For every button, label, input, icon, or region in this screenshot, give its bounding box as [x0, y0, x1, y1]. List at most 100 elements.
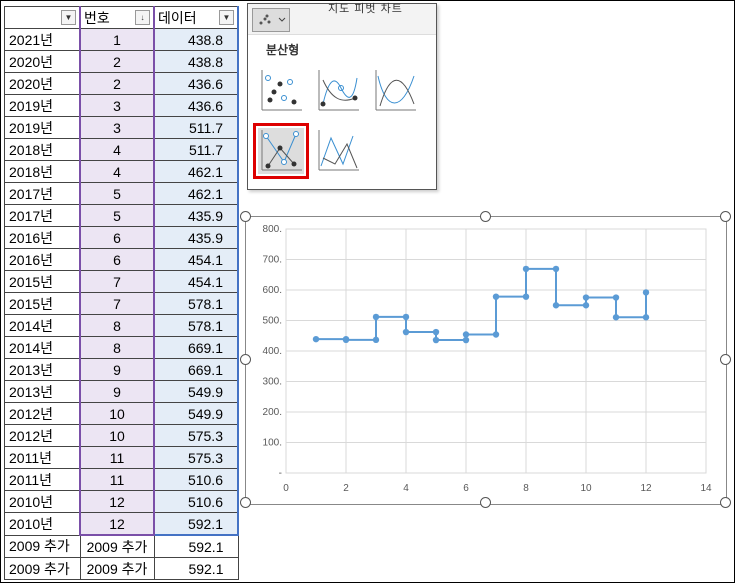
number-cell[interactable]: 11 [79, 468, 155, 491]
value-cell[interactable]: 510.6 [153, 490, 239, 513]
number-cell[interactable]: 4 [79, 138, 155, 161]
year-cell[interactable]: 2012년 [4, 424, 81, 447]
year-cell[interactable]: 2009 추가 [4, 557, 81, 580]
number-cell[interactable]: 12 [79, 512, 155, 536]
year-cell[interactable]: 2013년 [4, 380, 81, 403]
year-cell[interactable]: 2011년 [4, 446, 81, 469]
resize-handle-top-right[interactable] [720, 211, 731, 222]
data-point[interactable] [612, 314, 620, 321]
year-cell[interactable]: 2014년 [4, 314, 81, 337]
resize-handle-bottom-right[interactable] [720, 497, 731, 508]
resize-handle-right[interactable] [720, 354, 731, 365]
number-cell[interactable]: 4 [79, 160, 155, 183]
data-point[interactable] [462, 331, 470, 338]
data-point[interactable] [522, 293, 530, 300]
year-cell[interactable]: 2021년 [4, 28, 81, 51]
value-cell[interactable]: 669.1 [153, 358, 239, 381]
scatter-straight-markers-icon[interactable] [253, 123, 309, 179]
number-cell[interactable]: 6 [79, 248, 155, 271]
number-cell[interactable]: 5 [79, 182, 155, 205]
year-cell[interactable]: 2015년 [4, 270, 81, 293]
scatter-chart[interactable]: - 100. 200. 300. 400. 500. 600. 700. 800. 0 2 4 6 8 10… [245, 216, 727, 505]
year-cell[interactable]: 2011년 [4, 468, 81, 491]
value-cell[interactable]: 438.8 [153, 50, 239, 73]
data-point[interactable] [522, 265, 530, 273]
year-cell[interactable]: 2012년 [4, 402, 81, 425]
value-cell[interactable]: 510.6 [153, 468, 239, 491]
value-cell[interactable]: 436.6 [153, 72, 239, 95]
number-cell[interactable]: 2 [79, 72, 155, 95]
value-cell[interactable]: 511.7 [153, 116, 239, 139]
value-cell[interactable]: 592.1 [153, 557, 239, 580]
data-point[interactable] [462, 336, 470, 344]
filter-dropdown-icon[interactable]: ▼ [61, 10, 76, 25]
value-cell[interactable]: 669.1 [153, 336, 239, 359]
value-cell[interactable]: 575.3 [153, 424, 239, 447]
value-cell[interactable]: 436.6 [153, 94, 239, 117]
number-cell[interactable]: 7 [79, 270, 155, 293]
number-cell[interactable]: 9 [79, 380, 155, 403]
year-cell[interactable]: 2017년 [4, 182, 81, 205]
data-point[interactable] [552, 302, 560, 309]
value-cell[interactable]: 462.1 [153, 160, 239, 183]
data-point[interactable] [492, 293, 500, 300]
number-cell[interactable]: 5 [79, 204, 155, 227]
data-point[interactable] [582, 294, 590, 301]
data-point[interactable] [492, 331, 500, 338]
data-point[interactable] [432, 336, 440, 344]
value-cell[interactable]: 511.7 [153, 138, 239, 161]
year-cell[interactable]: 2010년 [4, 512, 81, 536]
scatter-markers-icon[interactable] [258, 68, 304, 114]
value-cell[interactable]: 592.1 [153, 512, 239, 536]
data-point[interactable] [342, 336, 350, 344]
value-cell[interactable]: 578.1 [153, 314, 239, 337]
resize-handle-top[interactable] [480, 211, 491, 222]
number-cell[interactable]: 10 [79, 424, 155, 447]
number-cell[interactable]: 1 [79, 28, 155, 51]
value-cell[interactable]: 435.9 [153, 226, 239, 249]
column-header-number[interactable]: 번호 ↓ [79, 6, 155, 29]
number-cell[interactable]: 2009 추가 [79, 557, 155, 580]
year-cell[interactable]: 2018년 [4, 138, 81, 161]
data-point[interactable] [582, 302, 590, 309]
value-cell[interactable]: 549.9 [153, 402, 239, 425]
number-cell[interactable]: 8 [79, 314, 155, 337]
data-point[interactable] [312, 335, 320, 343]
year-cell[interactable]: 2010년 [4, 490, 81, 513]
value-cell[interactable]: 549.9 [153, 380, 239, 403]
resize-handle-top-left[interactable] [240, 211, 251, 222]
number-cell[interactable]: 12 [79, 490, 155, 513]
filter-dropdown-icon[interactable]: ▼ [219, 10, 234, 25]
number-cell[interactable]: 9 [79, 358, 155, 381]
year-cell[interactable]: 2016년 [4, 248, 81, 271]
data-point[interactable] [642, 314, 650, 321]
value-cell[interactable]: 575.3 [153, 446, 239, 469]
scatter-smooth-markers-icon[interactable] [315, 68, 361, 114]
sort-filter-icon[interactable]: ↓ [135, 10, 150, 25]
value-cell[interactable]: 462.1 [153, 182, 239, 205]
data-point[interactable] [432, 328, 440, 336]
year-cell[interactable]: 2015년 [4, 292, 81, 315]
column-header-data[interactable]: 데이터 ▼ [153, 6, 239, 29]
scatter-chart-button[interactable] [252, 8, 290, 32]
number-cell[interactable]: 3 [79, 116, 155, 139]
value-cell[interactable]: 438.8 [153, 28, 239, 51]
year-cell[interactable]: 2013년 [4, 358, 81, 381]
year-cell[interactable]: 2016년 [4, 226, 81, 249]
data-point[interactable] [372, 313, 380, 321]
data-point[interactable] [372, 336, 380, 344]
value-cell[interactable]: 578.1 [153, 292, 239, 315]
year-cell[interactable]: 2020년 [4, 50, 81, 73]
data-point[interactable] [552, 265, 560, 273]
year-cell[interactable]: 2014년 [4, 336, 81, 359]
resize-handle-bottom-left[interactable] [240, 497, 251, 508]
year-cell[interactable]: 2009 추가 [4, 534, 81, 558]
scatter-straight-lines-icon[interactable] [315, 128, 361, 174]
number-cell[interactable]: 10 [79, 402, 155, 425]
value-cell[interactable]: 592.1 [153, 534, 239, 558]
year-cell[interactable]: 2019년 [4, 116, 81, 139]
number-cell[interactable]: 11 [79, 446, 155, 469]
number-cell[interactable]: 8 [79, 336, 155, 359]
number-cell[interactable]: 7 [79, 292, 155, 315]
year-cell[interactable]: 2019년 [4, 94, 81, 117]
